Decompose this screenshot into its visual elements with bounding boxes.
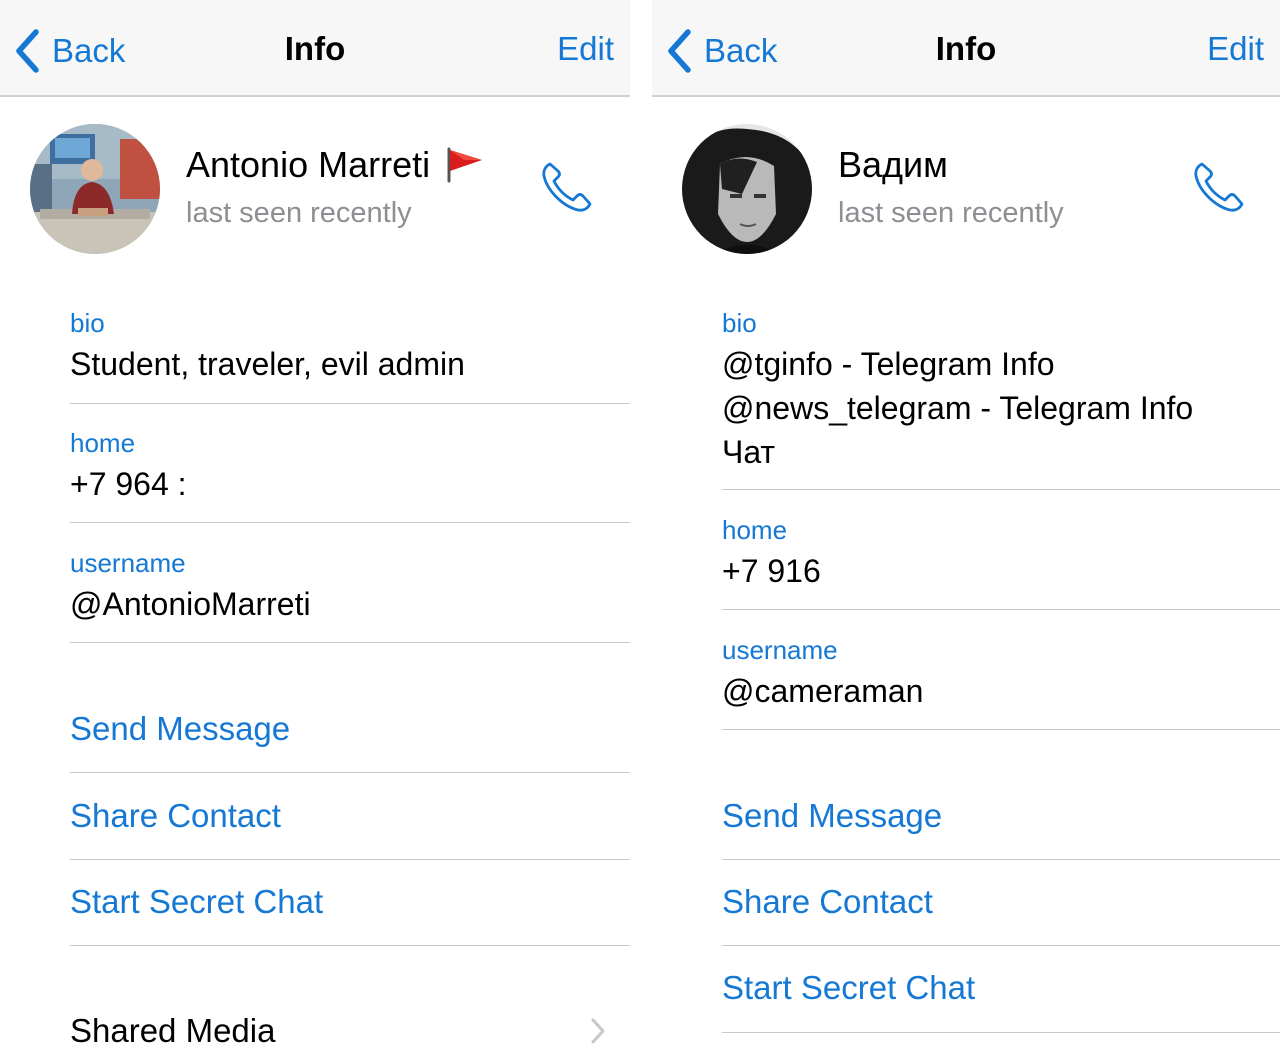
page-title: Info: [935, 30, 997, 67]
edit-button[interactable]: Edit: [557, 30, 614, 68]
last-seen-status: last seen recently: [838, 197, 1064, 229]
divider: [70, 945, 630, 946]
divider: [722, 1032, 1280, 1033]
bio-label: bio: [722, 308, 757, 338]
contact-name-row: Antonio Marreti: [186, 144, 486, 186]
start-secret-chat-button[interactable]: Start Secret Chat: [70, 883, 323, 921]
divider: [722, 729, 1280, 730]
edit-button[interactable]: Edit: [1207, 30, 1264, 68]
send-message-button[interactable]: Send Message: [722, 797, 942, 835]
bio-label: bio: [70, 308, 105, 338]
screen-gap: [630, 0, 652, 1063]
avatar[interactable]: [30, 124, 160, 254]
start-secret-chat-button[interactable]: Start Secret Chat: [722, 969, 975, 1007]
bio-line-1[interactable]: @tginfo - Telegram Info: [722, 342, 1055, 386]
call-button[interactable]: [538, 158, 596, 221]
left-contact-info-screen: Back Info Edit Antonio Marreti last seen…: [0, 0, 630, 1063]
navigation-bar: Back Info Edit: [652, 0, 1280, 97]
contact-name: Antonio Marreti: [186, 144, 431, 185]
home-label: home: [70, 428, 136, 458]
phone-icon: [1194, 162, 1244, 212]
phone-icon: [542, 162, 592, 212]
avatar[interactable]: [682, 124, 812, 254]
home-label: home: [722, 515, 788, 545]
home-phone-value[interactable]: +7 916: [722, 549, 821, 593]
username-value[interactable]: @cameraman: [722, 669, 923, 713]
call-button[interactable]: [1190, 158, 1248, 221]
username-label: username: [70, 548, 186, 578]
share-contact-button[interactable]: Share Contact: [722, 883, 933, 921]
bio-line-2[interactable]: @news_telegram - Telegram Info: [722, 386, 1193, 430]
chevron-right-icon: [591, 1018, 605, 1044]
divider: [70, 772, 630, 773]
divider: [70, 859, 630, 860]
bio-line-3: Чат: [722, 434, 776, 470]
shared-media-row[interactable]: Shared Media: [70, 1012, 606, 1050]
share-contact-button[interactable]: Share Contact: [70, 797, 281, 835]
divider: [722, 859, 1280, 860]
bio-value: Student, traveler, evil admin: [70, 346, 465, 382]
right-contact-info-screen: Back Info Edit Вадим last seen recently …: [652, 0, 1280, 1063]
navigation-bar: Back Info Edit: [0, 0, 630, 97]
divider: [70, 403, 630, 404]
flag-icon: [447, 147, 483, 183]
divider: [722, 489, 1280, 490]
username-value[interactable]: @AntonioMarreti: [70, 582, 311, 626]
divider: [70, 642, 630, 643]
divider: [70, 522, 630, 523]
contact-name-row: Вадим: [838, 144, 948, 186]
shared-media-label: Shared Media: [70, 1012, 276, 1049]
home-phone-value[interactable]: +7 964 :: [70, 462, 191, 517]
page-title: Info: [284, 30, 346, 67]
contact-name: Вадим: [838, 144, 948, 185]
divider: [722, 945, 1280, 946]
username-label: username: [722, 635, 838, 665]
divider: [722, 609, 1280, 610]
last-seen-status: last seen recently: [186, 197, 412, 229]
send-message-button[interactable]: Send Message: [70, 710, 290, 748]
